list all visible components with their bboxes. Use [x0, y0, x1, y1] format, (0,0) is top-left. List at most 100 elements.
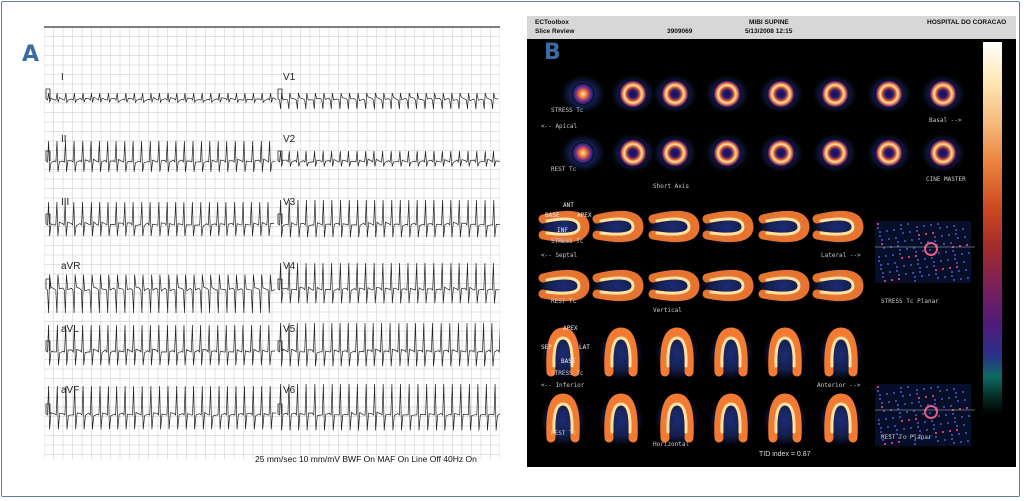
- lead-label-V5: V5: [283, 324, 296, 335]
- lead-label-II: II: [61, 134, 67, 145]
- rest-planar-image-pixel: [888, 401, 890, 403]
- rest-planar-image-pixel: [898, 441, 900, 443]
- rest-planar-image-pixel: [878, 423, 880, 425]
- spect-display: ECToolbox Slice Review 3909069 MIBI SUPI…: [527, 16, 1016, 467]
- stress-planar-image-pixel: [953, 279, 955, 281]
- stress-planar-image-pixel: [913, 247, 915, 249]
- rest-planar-image-pixel: [966, 407, 968, 409]
- lead-label-aVF: aVF: [61, 385, 80, 396]
- rest-planar-image-pixel: [957, 400, 959, 402]
- stress-planar-image-pixel: [932, 232, 934, 234]
- rest-planar-image-pixel: [954, 417, 956, 419]
- rest-planar-image-pixel: [934, 403, 936, 405]
- rest-planar-image-pixel: [958, 433, 960, 435]
- stress-planar-image-pixel: [953, 225, 955, 227]
- stress-planar-image-pixel: [938, 252, 940, 254]
- stress-planar-image-pixel: [943, 243, 945, 245]
- rest-planar-image-pixel: [959, 408, 961, 410]
- stress-planar-image-pixel: [949, 267, 951, 269]
- sa-rest-slice: [661, 139, 689, 167]
- stress-planar-image-pixel: [924, 258, 926, 260]
- rest-planar-image-pixel: [960, 441, 962, 443]
- stress-planar-image-pixel: [902, 232, 904, 234]
- stress-planar-image-pixel: [935, 273, 937, 275]
- rest-planar-image-pixel: [897, 404, 899, 406]
- rest-planar-image-pixel: [935, 436, 937, 438]
- rest-planar-image-pixel: [953, 388, 955, 390]
- stress-planar-image-pixel: [886, 230, 888, 232]
- stress-planar-image-pixel: [884, 280, 886, 282]
- label-stress-sa: STRESS Tc: [551, 107, 584, 114]
- stress-planar-image-pixel: [939, 227, 941, 229]
- rest-planar-image-pixel: [881, 406, 883, 408]
- lead-label-V2: V2: [283, 134, 296, 145]
- rest-planar-image-pixel: [933, 428, 935, 430]
- ecg-trace: [277, 262, 500, 304]
- stress-planar-image-pixel: [963, 261, 965, 263]
- rest-planar-image-pixel: [899, 412, 901, 414]
- ecg-grid: [44, 26, 500, 459]
- stress-planar-image-pixel: [879, 231, 881, 233]
- stress-planar-image-pixel: [942, 268, 944, 270]
- stress-planar-image-pixel: [946, 226, 948, 228]
- sa-rest-slice: [619, 139, 647, 167]
- rest-planar-image-pixel: [903, 428, 905, 430]
- rest-planar-image-pixel: [907, 386, 909, 388]
- label-apical-1: <-- Apical: [541, 123, 578, 130]
- rest-planar-image-pixel: [923, 388, 925, 390]
- stress-planar-image-pixel: [926, 266, 928, 268]
- rest-planar-image-pixel: [946, 389, 948, 391]
- rest-planar-image-pixel: [926, 429, 928, 431]
- rest-planar-image-pixel: [955, 392, 957, 394]
- rest-planar-image-pixel: [897, 408, 899, 410]
- label-cine-master: CINE MASTER: [926, 176, 966, 183]
- sa-stress-slice: [875, 80, 903, 108]
- stress-planar-image-pixel: [909, 231, 911, 233]
- stress-planar-image-pixel: [956, 266, 958, 268]
- stress-planar-image-pixel: [940, 260, 942, 262]
- stress-planar-image-pixel: [931, 257, 933, 259]
- rest-planar-image-pixel: [933, 424, 935, 426]
- rest-planar-image-pixel: [913, 410, 915, 412]
- lead-label-aVL: aVL: [61, 324, 79, 335]
- rest-planar-image-pixel: [884, 443, 886, 445]
- stress-planar-image-pixel: [911, 239, 913, 241]
- stress-planar-image-pixel: [918, 238, 920, 240]
- rest-planar-image-pixel: [930, 387, 932, 389]
- rest-planar-image-pixel: [968, 415, 970, 417]
- stress-planar-image-pixel: [881, 243, 883, 245]
- stress-planar-image-pixel: [934, 240, 936, 242]
- stress-planar-image-pixel: [968, 252, 970, 254]
- stress-planar-image-pixel: [915, 255, 917, 257]
- rest-planar-image-pixel: [956, 425, 958, 427]
- stress-planar-image-pixel: [947, 259, 949, 261]
- label-stress-vla: STRESS Tc: [551, 238, 584, 245]
- lead-label-V4: V4: [283, 261, 296, 272]
- label-inf: INF: [557, 227, 568, 234]
- label-septal: <-- Septal: [541, 252, 578, 259]
- stress-planar-image-pixel: [922, 250, 924, 252]
- rest-planar-image-pixel: [952, 413, 954, 415]
- rest-planar-image-pixel: [916, 389, 918, 391]
- rest-planar-image-pixel: [919, 430, 921, 432]
- stress-planar-image-pixel: [935, 269, 937, 271]
- stress-planar-image-pixel: [899, 249, 901, 251]
- label-apex-hla: APEX: [563, 325, 578, 332]
- stress-planar-image-pixel: [892, 254, 894, 256]
- rest-planar-image-pixel: [880, 431, 882, 433]
- rest-planar-image-pixel: [918, 401, 920, 403]
- rest-planar-image-pixel: [895, 400, 897, 402]
- rest-planar-image-pixel: [885, 418, 887, 420]
- rest-planar-image-pixel: [899, 416, 901, 418]
- rest-planar-image-pixel: [881, 402, 883, 404]
- stress-planar-image-pixel: [958, 270, 960, 272]
- stress-planar-image-pixel: [964, 236, 966, 238]
- stress-planar-image-pixel: [921, 275, 923, 277]
- label-inferior: <-- Inferior: [541, 382, 585, 389]
- rest-planar-image-pixel: [920, 405, 922, 407]
- rest-planar-image-pixel: [932, 395, 934, 397]
- rest-planar-image-pixel: [879, 398, 881, 400]
- stress-planar-image-pixel: [941, 235, 943, 237]
- stress-planar-image-pixel: [897, 241, 899, 243]
- stress-planar-image-pixel: [917, 259, 919, 261]
